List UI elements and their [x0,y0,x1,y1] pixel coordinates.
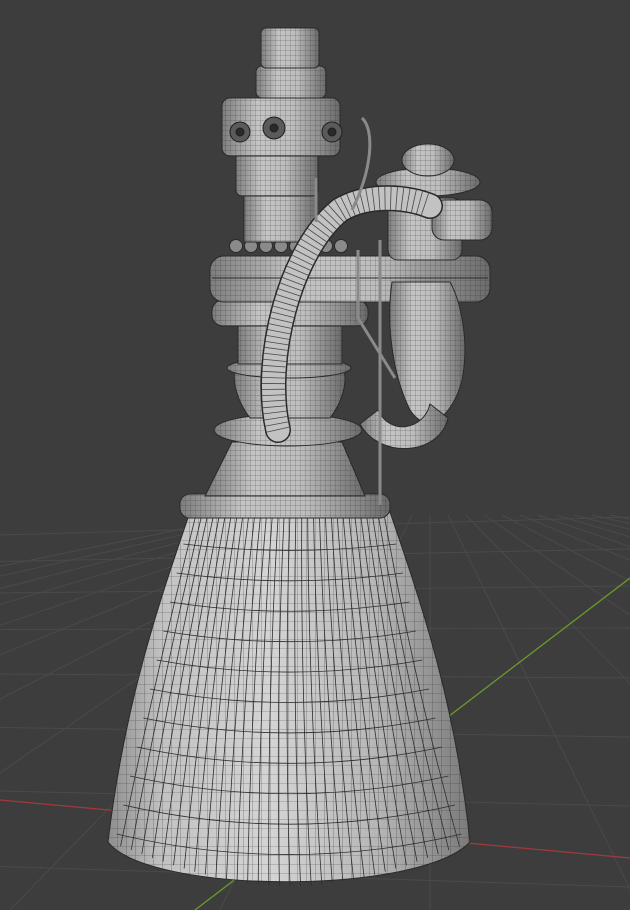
grid-line [447,514,630,891]
valve-knob [229,239,243,253]
exhaust-elbow[interactable] [359,403,449,449]
grid-line [519,514,630,561]
rocket-engine-icon[interactable] [107,27,493,887]
grid-line [555,514,630,538]
valve-knob [334,239,348,253]
nozzle-collar[interactable] [179,493,391,519]
grid-line [573,514,630,530]
inlet-pipe[interactable] [255,27,327,99]
throat-cone[interactable] [204,441,366,497]
3d-viewport[interactable] [0,0,630,910]
viewport-canvas[interactable] [0,0,630,910]
nozzle-bell[interactable] [107,511,471,887]
grid-line [609,514,630,520]
